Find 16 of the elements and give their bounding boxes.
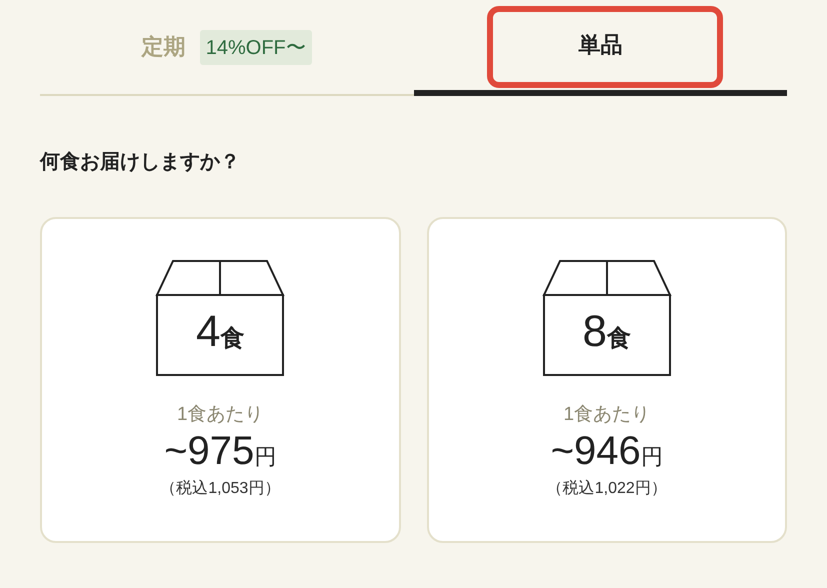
per-meal-label: 1食あたり [176, 403, 264, 427]
tax-included-price: （税込1,022円） [546, 478, 667, 499]
section-heading: 何食お届けしますか？ [40, 150, 241, 175]
tab[interactable]: 単品 [414, 0, 787, 96]
box-label: 8食 [582, 307, 632, 357]
price: ~946円 [550, 429, 663, 474]
tax-included-price: （税込1,053円） [160, 478, 280, 499]
price: ~975円 [164, 429, 276, 474]
per-meal-label: 1食あたり [563, 403, 650, 427]
plan-card[interactable]: 4食 1食あたり ~975円 （税込1,053円） [40, 217, 400, 543]
box-icon [542, 259, 672, 377]
box-icon [155, 259, 286, 377]
box-label: 4食 [195, 307, 246, 357]
plan-card[interactable]: 8食 1食あたり ~946円 （税込1,022円） [426, 217, 787, 543]
tab[interactable]: 定期 14%OFF〜 [40, 0, 414, 96]
discount-badge: 14%OFF〜 [200, 30, 312, 64]
